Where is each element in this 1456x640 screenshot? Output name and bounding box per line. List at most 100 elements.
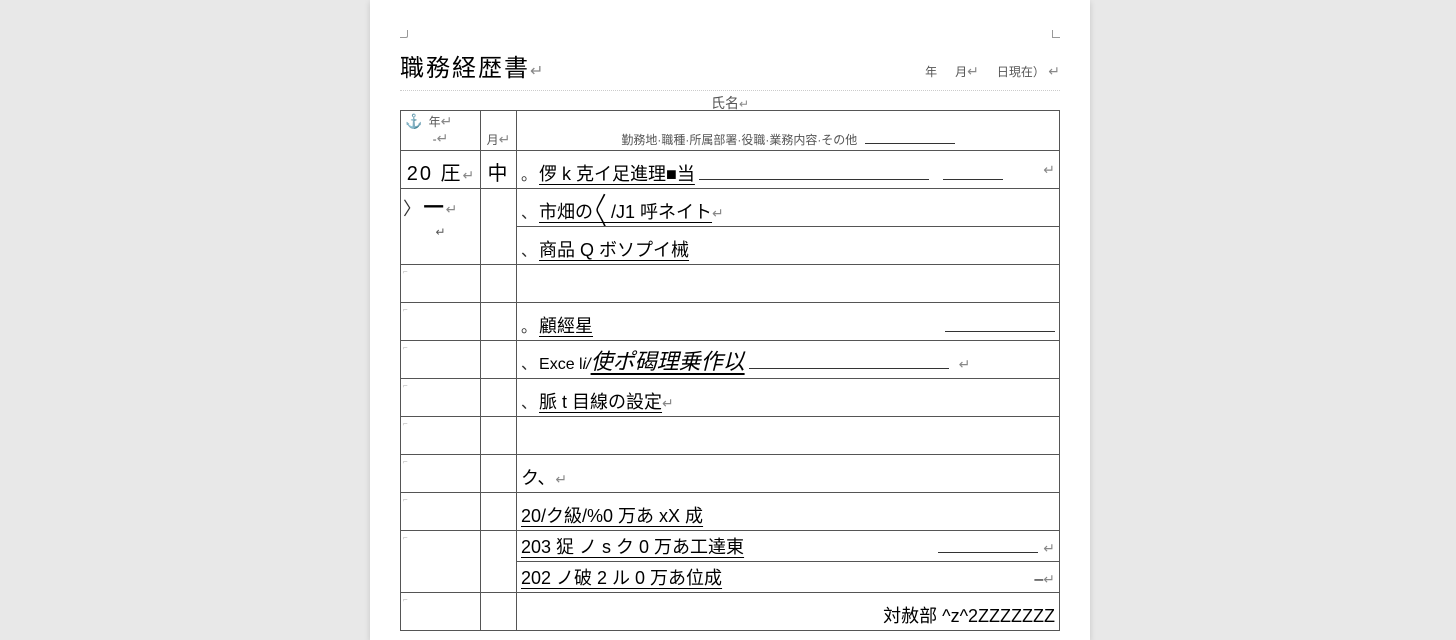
- margin-mark-tl: [400, 30, 408, 38]
- date-area: 年 月 日現在）: [925, 63, 1060, 80]
- bracket-icon: 〉: [403, 195, 421, 221]
- table-row: ⌐ 。 顧經星: [401, 303, 1060, 341]
- header-year-cell: ⚓ 年 -: [401, 111, 481, 151]
- blank-line: [945, 331, 1055, 332]
- table-row: 〉 一 、 市畑の〱/J1 呼ネイト: [401, 189, 1060, 227]
- year-cell: ⌐: [401, 341, 481, 379]
- enter-mark-icon: [441, 113, 453, 129]
- resume-table: ⚓ 年 - 月 勤務地·職種·所属部署·役職·業務内容·その他: [400, 110, 1060, 631]
- year-value: 一: [424, 197, 446, 219]
- date-month-label: 月: [955, 65, 967, 79]
- year-cell: ⌐: [401, 303, 481, 341]
- desc-ital: i/: [583, 356, 591, 374]
- margin-mark-tr: [1052, 30, 1060, 38]
- enter-mark-icon: [1043, 540, 1055, 557]
- year-value: 20 圧: [407, 163, 463, 185]
- blank-line: [699, 179, 929, 180]
- desc-cell: 。 顧經星: [517, 303, 1060, 341]
- desc-cell: 、 商品 Q ボソプイ械: [517, 227, 1060, 265]
- bullet-icon: 。: [521, 161, 533, 185]
- table-row: ⌐: [401, 417, 1060, 455]
- year-cell: ⌐: [401, 493, 481, 531]
- year-cell: ⌐: [401, 417, 481, 455]
- header-month-cell: 月: [481, 111, 517, 151]
- bullet-icon: 、: [521, 199, 533, 223]
- enter-mark-icon: [435, 225, 445, 239]
- desc-text: 脈 t 目線の設定: [539, 388, 662, 414]
- header-desc: 勤務地·職種·所属部署·役職·業務内容·その他: [621, 133, 857, 147]
- table-row: ⌐ 対赦部 ^z^2ZZZZZZZ: [401, 593, 1060, 631]
- desc-text: 使ポ碣理乗作以: [591, 344, 745, 376]
- blank-line: [865, 143, 955, 144]
- month-cell: [481, 593, 517, 631]
- enter-mark-icon: [1048, 63, 1060, 79]
- year-cell: ⌐: [401, 265, 481, 303]
- bullet-icon: 、: [521, 389, 533, 413]
- month-cell: 中: [481, 151, 517, 189]
- month-cell: [481, 417, 517, 455]
- enter-mark-icon: [1043, 161, 1055, 178]
- table-row: ⌐ 、 脈 t 目線の設定: [401, 379, 1060, 417]
- enter-mark-icon: [463, 167, 475, 183]
- blank-line: [749, 368, 949, 369]
- month-cell: [481, 341, 517, 379]
- enter-mark-icon: [712, 205, 724, 222]
- enter-mark-icon: [446, 201, 458, 217]
- enter-mark-icon: [1043, 571, 1055, 588]
- doc-title: 職務経歴書: [400, 48, 545, 83]
- document-page: 職務経歴書 年 月 日現在） 氏名 ⚓ 年 - 月: [370, 0, 1090, 640]
- month-cell: [481, 531, 517, 593]
- table-row: ⌐ 20/ク級/%0 万あ xX 成: [401, 493, 1060, 531]
- desc-cell: 20/ク級/%0 万あ xX 成: [517, 493, 1060, 531]
- month-value: 中: [488, 163, 510, 185]
- desc-cell: 。 㑩 k 克イ足進理■当: [517, 151, 1060, 189]
- desc-text: 20/ク級/%0 万あ xX 成: [521, 502, 703, 528]
- month-cell: [481, 493, 517, 531]
- anchor-icon: ⚓: [405, 113, 422, 130]
- desc-cell: 、 Exce l i/ 使ポ碣理乗作以: [517, 341, 1060, 379]
- bullet-icon: 、: [521, 350, 533, 374]
- enter-mark-icon: [739, 97, 749, 111]
- header-desc-cell: 勤務地·職種·所属部署·役職·業務内容·その他: [517, 111, 1060, 151]
- desc-cell: [517, 417, 1060, 455]
- desc-right-text: 対赦部 ^z^2ZZZZZZZ: [883, 606, 1055, 626]
- month-cell: [481, 189, 517, 265]
- desc-text: 顧經星: [539, 312, 593, 338]
- header: 職務経歴書 年 月 日現在）: [400, 48, 1060, 83]
- year-cell: ⌐: [401, 455, 481, 493]
- desc-text: 㑩 k 克イ足進理■当: [539, 160, 695, 186]
- year-cell: ⌐: [401, 379, 481, 417]
- enter-mark-icon: [662, 395, 674, 412]
- desc-cell: 203 㹱 ノ s ク 0 万あ工達東: [517, 531, 1060, 562]
- desc-cell: [517, 265, 1060, 303]
- year-cell: 〉 一: [401, 189, 481, 265]
- month-cell: [481, 379, 517, 417]
- table-row: ⌐ 、 Exce l i/ 使ポ碣理乗作以: [401, 341, 1060, 379]
- desc-cell: 、 市畑の〱/J1 呼ネイト: [517, 189, 1060, 227]
- year-cell: ⌐: [401, 531, 481, 593]
- desc-text: 202 ノ破 2 ル 0 万あ位成: [521, 564, 722, 590]
- month-cell: [481, 303, 517, 341]
- enter-mark-icon: [967, 63, 979, 79]
- year-cell: ⌐: [401, 593, 481, 631]
- name-label: 氏名: [711, 95, 739, 111]
- header-year: 年: [429, 115, 441, 129]
- enter-mark-icon: [555, 471, 567, 488]
- enter-mark-icon: [499, 131, 511, 147]
- desc-text: 商品 Q ボソプイ械: [539, 236, 689, 262]
- blank-line: [938, 552, 1038, 553]
- blank-line: [943, 179, 1003, 180]
- enter-mark-icon: [530, 63, 545, 80]
- month-cell: [481, 455, 517, 493]
- table-row: ⌐ 203 㹱 ノ s ク 0 万あ工達東: [401, 531, 1060, 562]
- desc-pre: Exce l: [539, 356, 583, 374]
- header-month: 月: [487, 133, 499, 147]
- table-row: 20 圧 中 。 㑩 k 克イ足進理■当: [401, 151, 1060, 189]
- title-text: 職務経歴書: [400, 55, 530, 82]
- desc-text: 203 㹱 ノ s ク 0 万あ工達東: [521, 533, 744, 559]
- date-year-label: 年: [925, 63, 937, 80]
- bullet-icon: 。: [521, 313, 533, 337]
- desc-cell: ク、: [517, 455, 1060, 493]
- desc-cell: 対赦部 ^z^2ZZZZZZZ: [517, 593, 1060, 631]
- table-row: ⌐ ク、: [401, 455, 1060, 493]
